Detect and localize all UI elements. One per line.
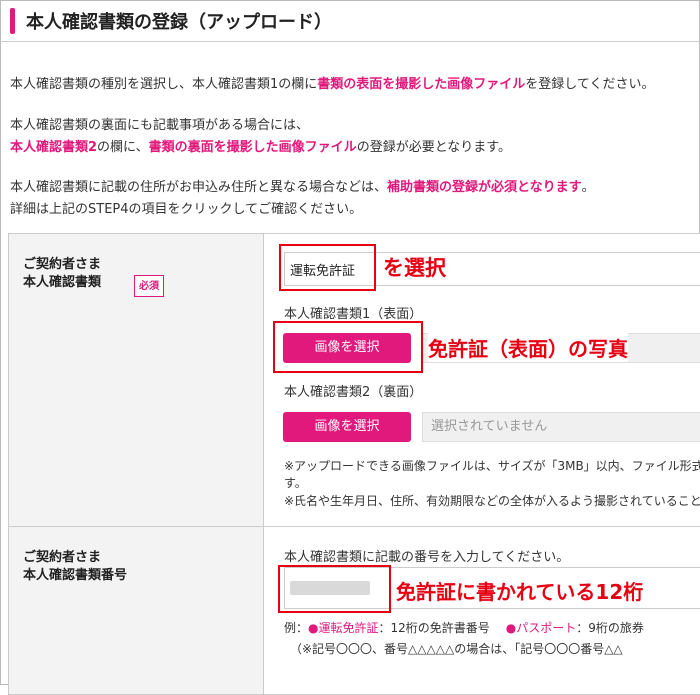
upload-note-1-cont: す。	[284, 476, 307, 490]
annotation-box-number	[278, 565, 391, 613]
file1-label: 本人確認書類1（表面）	[284, 307, 423, 322]
doc-label-line1: ご契約者さま	[23, 257, 102, 272]
file2-filename: 選択されていません	[422, 412, 700, 442]
annotation-box-select	[279, 244, 376, 291]
intro-emphasis: 書類の裏面を撮影した画像ファイル	[148, 140, 357, 155]
drivers-license-link[interactable]: 運転免許証	[319, 621, 379, 635]
intro-line-1: 本人確認書類の種別を選択し、本人確認書類1の欄に書類の表面を撮影した画像ファイル…	[10, 73, 655, 92]
header-accent-bar	[10, 8, 15, 34]
example-text-1: ：12桁の免許書番号	[378, 621, 490, 635]
number-label-line1: ご契約者さま	[23, 550, 102, 565]
header-divider	[0, 41, 700, 42]
intro-line-3: 本人確認書類2の欄に、書類の裏面を撮影した画像ファイルの登録が必要となります。	[10, 136, 511, 155]
bullet-icon: ●	[308, 621, 319, 635]
annotation-box-file1	[273, 321, 423, 373]
number-label-line2: 本人確認書類番号	[23, 568, 128, 583]
page-header: 本人確認書類の登録（アップロード）	[0, 0, 700, 42]
intro-emphasis: 書類の表面を撮影した画像ファイル	[317, 77, 526, 92]
intro-text: 本人確認書類の種別を選択し、本人確認書類1の欄に	[10, 77, 318, 92]
example-prefix: 例：	[284, 621, 309, 635]
bullet-icon: ●	[505, 621, 517, 635]
intro-emphasis: 本人確認書類2	[10, 140, 98, 155]
intro-emphasis: 補助書類の登録が必須となります	[387, 180, 582, 195]
file2-label: 本人確認書類2（裏面）	[284, 385, 423, 400]
annotation-number-note: 免許証に書かれている12桁	[396, 576, 644, 605]
intro-line-5: 詳細は上記のSTEP4の項目をクリックしてご確認ください。	[10, 202, 363, 217]
doc-label-line2: 本人確認書類	[23, 275, 102, 290]
intro-text: 。	[581, 180, 595, 195]
number-example: 例：●運転免許証：12桁の免許書番号 ●パスポート：9桁の旅券	[284, 619, 644, 636]
intro-text: を登録してください。	[525, 77, 655, 92]
annotation-select-note: を選択	[383, 256, 446, 280]
example-text-2: ：9桁の旅券	[576, 621, 644, 635]
upload-note-1: ※アップロードできる画像ファイルは、サイズが「3MB」以内、ファイル形式	[284, 459, 700, 473]
intro-line-2: 本人確認書類の裏面にも記載事項がある場合には、	[10, 118, 310, 133]
number-note: （※記号〇〇〇、番号△△△△△の場合は、「記号〇〇〇番号△△	[290, 642, 623, 656]
page-title: 本人確認書類の登録（アップロード）	[26, 12, 332, 33]
passport-link[interactable]: パスポート	[516, 621, 576, 635]
number-instruction: 本人確認書類に記載の番号を入力してください。	[284, 550, 570, 565]
annotation-file1-note: 免許証（表面）の写真	[428, 333, 628, 362]
upload-note-2: ※氏名や生年月日、住所、有効期限などの全体が入るよう撮影されていること	[284, 494, 700, 508]
intro-line-4: 本人確認書類に記載の住所がお申込み住所と異なる場合などは、補助書類の登録が必須と…	[10, 176, 595, 195]
required-badge: 必須	[134, 275, 164, 297]
intro-text: の登録が必要となります。	[356, 140, 511, 155]
intro-text: 本人確認書類に記載の住所がお申込み住所と異なる場合などは、	[10, 180, 388, 195]
intro-text: の欄に、	[97, 140, 149, 155]
file2-select-button[interactable]: 画像を選択	[283, 412, 411, 442]
